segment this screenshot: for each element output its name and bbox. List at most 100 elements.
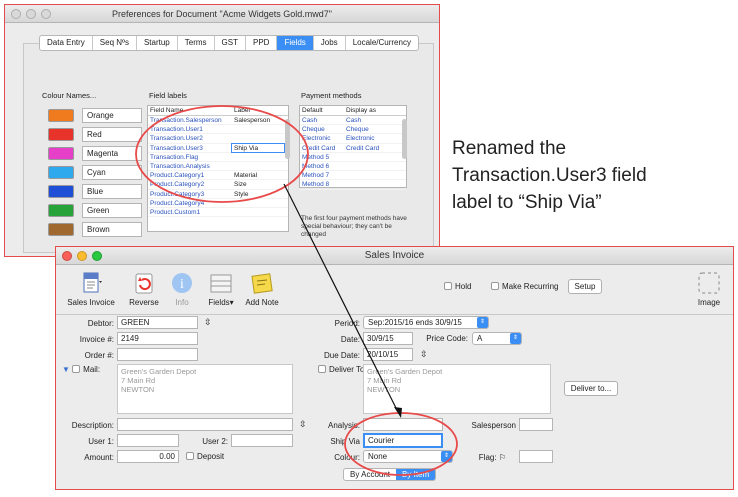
colour-swatch[interactable] <box>48 166 74 179</box>
mail-disclosure[interactable]: ▼ Mail: <box>62 365 100 374</box>
payment-method-row[interactable]: Method 5 <box>300 153 406 162</box>
segment-by-item[interactable]: By Item <box>396 469 436 480</box>
minimize-icon[interactable] <box>77 251 87 261</box>
field-label-row[interactable]: Transaction.Salesperson Salesperson <box>148 116 288 126</box>
setup-button[interactable]: Setup <box>568 279 602 294</box>
field-label-cell[interactable] <box>232 162 284 170</box>
tab-terms[interactable]: Terms <box>178 36 215 50</box>
tab-ppd[interactable]: PPD <box>246 36 278 50</box>
payment-method-row[interactable]: Cheque Cheque <box>300 125 406 135</box>
colour-name-field[interactable]: Blue <box>82 184 142 199</box>
minimize-icon[interactable] <box>26 9 36 19</box>
payment-method-row[interactable]: Credit Card Credit Card <box>300 144 406 153</box>
image-button[interactable]: Image <box>694 271 724 307</box>
colour-swatch[interactable] <box>48 185 74 198</box>
colour-name-field[interactable]: Green <box>82 203 142 218</box>
segment-by-account[interactable]: By Account <box>344 469 396 480</box>
payment-display-cell[interactable]: Cheque <box>344 125 394 133</box>
add-note-button[interactable]: Add Note <box>242 271 282 307</box>
tab-fields[interactable]: Fields <box>277 36 314 50</box>
debtor-lookup-icon[interactable]: ⇳ <box>204 317 212 328</box>
colour-name-field[interactable]: Magenta <box>82 146 142 161</box>
deliver-address-box[interactable]: Green's Garden Depot 7 Main Rd NEWTON <box>363 364 551 414</box>
colour-swatch[interactable] <box>48 147 74 160</box>
label-header[interactable]: Label <box>232 106 284 115</box>
field-label-cell[interactable]: Salesperson <box>232 116 284 124</box>
colour-swatch[interactable] <box>48 204 74 217</box>
sales-invoice-button[interactable]: Sales Invoice <box>62 271 120 307</box>
payment-display-cell[interactable] <box>344 153 394 161</box>
payment-display-cell[interactable] <box>344 162 394 170</box>
display-as-header[interactable]: Display as <box>344 106 394 115</box>
mail-address-box[interactable]: Green's Garden Depot 7 Main Rd NEWTON <box>117 364 293 414</box>
field-label-cell[interactable]: Material <box>232 171 284 179</box>
colour-swatch[interactable] <box>48 109 74 122</box>
colour-names-heading[interactable]: Colour Names... <box>42 91 96 100</box>
field-label-row[interactable]: Product.Category2 Size <box>148 180 288 190</box>
field-label-row[interactable]: Transaction.User2 <box>148 134 288 144</box>
field-label-row[interactable]: Transaction.Analysis <box>148 162 288 172</box>
price-code-select[interactable]: A ⇕ <box>472 332 522 345</box>
field-labels-table[interactable]: Field Name Label Transaction.Salesperson… <box>147 105 289 232</box>
deliver-to-button[interactable]: Deliver to... <box>564 381 618 396</box>
field-label-cell[interactable] <box>232 134 284 142</box>
ship-via-field[interactable]: Courier <box>363 433 443 448</box>
make-recurring-checkbox[interactable]: Make Recurring <box>491 282 558 291</box>
analysis-field[interactable] <box>363 418 443 431</box>
tab-seq-nos[interactable]: Seq Nºs <box>93 36 137 50</box>
payment-display-cell[interactable] <box>344 171 394 179</box>
field-label-cell[interactable]: Ship Via <box>231 142 285 153</box>
field-label-row[interactable]: Transaction.User1 <box>148 125 288 135</box>
order-number-field[interactable] <box>117 348 198 361</box>
tab-locale-currency[interactable]: Locale/Currency <box>346 36 418 50</box>
deliver-to-checkbox[interactable]: Deliver To: <box>318 365 367 374</box>
field-label-cell[interactable]: Style <box>232 190 284 198</box>
colour-swatch[interactable] <box>48 223 74 236</box>
invoice-number-field[interactable]: 2149 <box>117 332 198 345</box>
entry-mode-segmented[interactable]: By Account By Item <box>343 468 437 481</box>
field-label-cell[interactable] <box>232 199 284 207</box>
flag-field[interactable] <box>519 450 553 463</box>
description-field[interactable] <box>117 418 293 431</box>
payment-method-row[interactable]: Method 6 <box>300 162 406 172</box>
reverse-button[interactable]: Reverse <box>126 271 162 307</box>
payment-display-cell[interactable]: Electronic <box>344 134 394 142</box>
field-label-cell[interactable]: Size <box>232 180 284 188</box>
period-select[interactable]: Sep:2015/16 ends 30/9/15 ⇕ <box>363 316 489 329</box>
tab-gst[interactable]: GST <box>215 36 246 50</box>
colour-name-field[interactable]: Cyan <box>82 165 142 180</box>
payment-method-row[interactable]: Electronic Electronic <box>300 134 406 144</box>
payment-scrollbar[interactable] <box>402 119 407 159</box>
payment-display-cell[interactable]: Credit Card <box>344 144 394 152</box>
default-header[interactable]: Default <box>300 106 344 115</box>
payment-display-cell[interactable]: Cash <box>344 116 394 124</box>
field-labels-scrollbar[interactable] <box>285 119 290 159</box>
field-label-row[interactable]: Transaction.User3 Ship Via <box>148 142 288 153</box>
payment-display-cell[interactable] <box>344 180 394 188</box>
field-name-header[interactable]: Field Name <box>148 106 232 115</box>
payment-method-row[interactable]: Method 7 <box>300 171 406 181</box>
due-date-field[interactable]: 20/10/15 <box>363 348 413 361</box>
field-label-row[interactable]: Product.Category4 <box>148 199 288 208</box>
tab-data-entry[interactable]: Data Entry <box>40 36 93 50</box>
deposit-checkbox[interactable]: Deposit <box>186 452 224 461</box>
close-icon[interactable] <box>11 9 21 19</box>
colour-name-field[interactable]: Brown <box>82 222 142 237</box>
hold-checkbox[interactable]: Hold <box>444 282 471 291</box>
colour-name-field[interactable]: Red <box>82 127 142 142</box>
colour-name-field[interactable]: Orange <box>82 108 142 123</box>
payment-method-row[interactable]: Cash Cash <box>300 116 406 126</box>
zoom-icon[interactable] <box>41 9 51 19</box>
field-label-cell[interactable] <box>232 153 284 161</box>
colour-swatch[interactable] <box>48 128 74 141</box>
salesperson-field[interactable] <box>519 418 553 431</box>
tab-startup[interactable]: Startup <box>137 36 178 50</box>
zoom-icon[interactable] <box>92 251 102 261</box>
due-date-stepper-icon[interactable]: ⇳ <box>420 349 428 360</box>
close-icon[interactable] <box>62 251 72 261</box>
amount-field[interactable]: 0.00 <box>117 450 179 463</box>
date-field[interactable]: 30/9/15 <box>363 332 413 345</box>
field-label-cell[interactable] <box>232 208 284 216</box>
field-label-cell[interactable] <box>232 125 284 133</box>
field-label-row[interactable]: Product.Category3 Style <box>148 190 288 199</box>
